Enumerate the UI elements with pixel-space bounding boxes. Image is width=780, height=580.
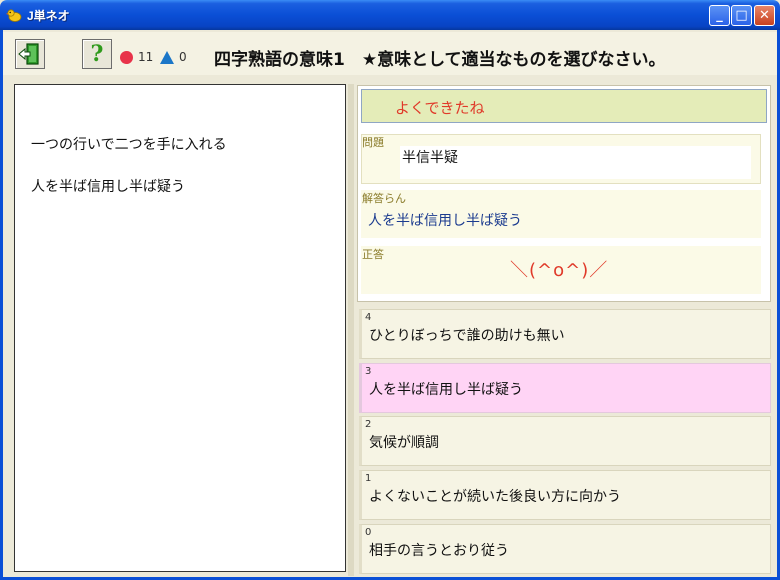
exit-button[interactable]	[15, 39, 45, 69]
choice-option-0[interactable]: 0 相手の言うとおり従う	[359, 524, 771, 574]
window-titlebar[interactable]: J単ネオ _ □ ✕	[0, 0, 780, 30]
choice-option-1[interactable]: 1 よくないことが続いた後良い方に向かう	[359, 470, 771, 520]
correct-answer-text: ＼(^o^)／	[510, 260, 609, 281]
choice-option-3[interactable]: 3 人を半ば信用し半ば疑う	[359, 363, 771, 413]
app-bird-icon	[6, 9, 22, 22]
choice-text: 相手の言うとおり従う	[369, 543, 509, 559]
choice-number: 4	[365, 312, 372, 323]
correct-circle-icon	[120, 51, 133, 64]
close-button[interactable]: ✕	[754, 5, 775, 26]
wrong-count: 0	[179, 50, 187, 64]
maximize-button[interactable]: □	[731, 5, 752, 26]
question-text: 半信半疑	[402, 150, 458, 166]
choice-option-2[interactable]: 2 気候が順調	[359, 416, 771, 466]
answer-label: 解答らん	[362, 192, 406, 205]
exit-door-icon	[18, 43, 39, 65]
answer-text: 人を半ば信用し半ば疑う	[368, 213, 522, 229]
history-panel: 一つの行いで二つを手に入れる 人を半ば信用し半ば疑う	[14, 84, 346, 572]
panel-splitter[interactable]	[348, 84, 354, 576]
quiz-title: 四字熟語の意味1 ★意味として適当なものを選びなさい。	[214, 50, 666, 70]
choice-text: 人を半ば信用し半ば疑う	[369, 382, 523, 398]
question-label: 問題	[362, 136, 384, 149]
choice-number: 0	[365, 527, 372, 538]
wrong-triangle-icon	[160, 51, 174, 64]
correct-count: 11	[138, 50, 154, 64]
feedback-message: よくできたね	[395, 99, 485, 117]
choice-text: ひとりぼっちで誰の助けも無い	[369, 328, 565, 344]
choice-text: よくないことが続いた後良い方に向かう	[369, 489, 621, 505]
history-line: 人を半ば信用し半ば疑う	[31, 179, 185, 195]
choice-number: 1	[365, 473, 372, 484]
choice-number: 3	[365, 366, 372, 377]
choice-text: 気候が順調	[369, 435, 439, 451]
help-button[interactable]: ?	[82, 39, 112, 69]
choice-number: 2	[365, 419, 372, 430]
history-line: 一つの行いで二つを手に入れる	[31, 137, 227, 153]
correct-answer-label: 正答	[362, 248, 384, 261]
minimize-button[interactable]: _	[709, 5, 730, 26]
window-title: J単ネオ	[27, 9, 70, 23]
choice-option-4[interactable]: 4 ひとりぼっちで誰の助けも無い	[359, 309, 771, 359]
